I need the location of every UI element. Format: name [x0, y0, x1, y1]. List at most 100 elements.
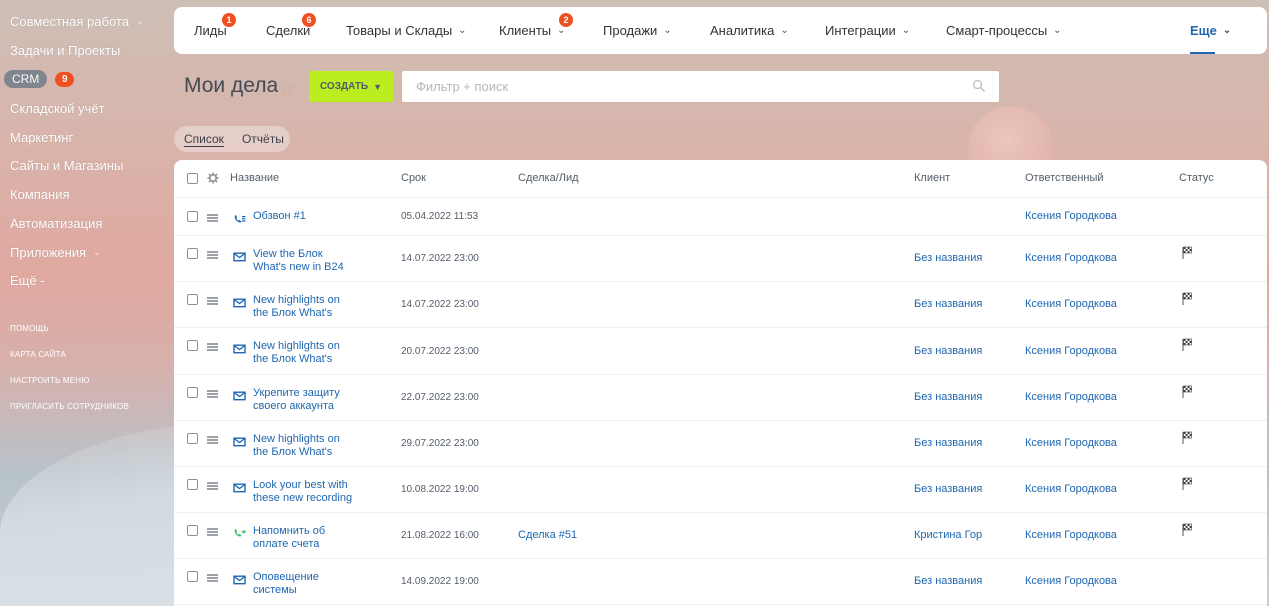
drag-handle-icon[interactable]: [207, 574, 218, 582]
client-link[interactable]: Без названия: [914, 298, 982, 310]
sidebar-item-collaboration[interactable]: Совместная работа ⌄: [10, 14, 144, 29]
sidebar-item-sites[interactable]: Сайты и Магазины: [10, 158, 123, 173]
drag-handle-icon[interactable]: [207, 214, 218, 222]
row-checkbox[interactable]: [187, 340, 198, 351]
column-header-responsible[interactable]: Ответственный: [1025, 172, 1104, 184]
activity-title-link[interactable]: New highlights on the Блок What's: [253, 294, 340, 320]
finish-flag-icon[interactable]: [1182, 431, 1192, 444]
drag-handle-icon[interactable]: [207, 297, 218, 305]
deal-link[interactable]: Сделка #51: [518, 529, 577, 541]
column-header-deal-lead[interactable]: Сделка/Лид: [518, 172, 579, 184]
client-link[interactable]: Без названия: [914, 252, 982, 264]
client-link[interactable]: Без названия: [914, 483, 982, 495]
table-row[interactable]: New highlights on the Блок What's 29.07.20…: [174, 421, 1267, 467]
sidebar-item-apps[interactable]: Приложения ⌄: [10, 245, 101, 260]
drag-handle-icon[interactable]: [207, 343, 218, 351]
row-checkbox[interactable]: [187, 525, 198, 536]
client-link[interactable]: Без названия: [914, 575, 982, 587]
responsible-link[interactable]: Ксения Городкова: [1025, 575, 1117, 587]
activity-title-link[interactable]: Обзвон #1: [253, 210, 306, 223]
tab-analytics[interactable]: Аналитика ⌄: [710, 7, 789, 54]
row-checkbox[interactable]: [187, 294, 198, 305]
activity-title-link[interactable]: New highlights on the Блок What's: [253, 433, 340, 459]
responsible-link[interactable]: Ксения Городкова: [1025, 298, 1117, 310]
tab-clients[interactable]: Клиенты ⌄ 2: [499, 7, 573, 54]
sidebar-link-help[interactable]: помощь: [10, 324, 49, 333]
sidebar-item-tasks[interactable]: Задачи и Проекты: [10, 43, 120, 58]
table-row[interactable]: View the Блок What's new in B24 14.07.2022…: [174, 236, 1267, 282]
row-checkbox[interactable]: [187, 211, 198, 222]
client-link[interactable]: Без названия: [914, 345, 982, 357]
drag-handle-icon[interactable]: [207, 390, 218, 398]
chevron-down-icon: ⌄: [780, 25, 789, 36]
activity-title-link[interactable]: Напомнить об оплате счета: [253, 525, 325, 551]
finish-flag-icon[interactable]: [1182, 385, 1192, 398]
activity-title-link[interactable]: New highlights on the Блок What's: [253, 340, 340, 366]
sidebar-link-sitemap[interactable]: карта сайта: [10, 350, 66, 359]
search-icon[interactable]: [972, 79, 986, 93]
tab-leads[interactable]: Лиды 1: [194, 7, 236, 54]
row-checkbox[interactable]: [187, 571, 198, 582]
star-icon[interactable]: ☆: [279, 78, 294, 98]
tab-smart-processes[interactable]: Смарт-процессы ⌄: [946, 7, 1062, 54]
table-row[interactable]: Напомнить об оплате счета 21.08.2022 16:00…: [174, 513, 1267, 559]
client-link[interactable]: Без названия: [914, 391, 982, 403]
client-link[interactable]: Кристина Гор: [914, 529, 982, 541]
finish-flag-icon[interactable]: [1182, 246, 1192, 259]
activity-title-link[interactable]: Укрепите защиту своего аккаунта: [253, 387, 340, 413]
responsible-link[interactable]: Ксения Городкова: [1025, 345, 1117, 357]
client-link[interactable]: Без названия: [914, 437, 982, 449]
tab-reports[interactable]: Отчёты: [242, 132, 284, 146]
tab-more[interactable]: Еще ⌄: [1190, 7, 1231, 54]
responsible-link[interactable]: Ксения Городкова: [1025, 483, 1117, 495]
drag-handle-icon[interactable]: [207, 436, 218, 444]
sidebar-item-company[interactable]: Компания: [10, 187, 70, 202]
gear-icon[interactable]: [207, 172, 219, 184]
sidebar-item-crm[interactable]: CRM 9: [4, 70, 75, 88]
tab-sales[interactable]: Продажи ⌄: [603, 7, 672, 54]
row-checkbox[interactable]: [187, 433, 198, 444]
finish-flag-icon[interactable]: [1182, 523, 1192, 536]
create-button[interactable]: СОЗДАТЬ ▼: [309, 71, 393, 102]
tab-deals[interactable]: Сделки 6: [266, 7, 316, 54]
activity-title-link[interactable]: Оповещение системы: [253, 571, 319, 597]
column-header-title[interactable]: Название: [230, 172, 279, 184]
sidebar-link-configure-menu[interactable]: настроить меню: [10, 376, 90, 385]
sidebar-link-invite[interactable]: пригласить сотрудников: [10, 402, 129, 411]
drag-handle-icon[interactable]: [207, 528, 218, 536]
activity-title-link[interactable]: View the Блок What's new in B24: [253, 248, 344, 274]
select-all-checkbox[interactable]: [187, 173, 198, 184]
filter-search-input[interactable]: [402, 71, 999, 102]
sidebar-item-inventory[interactable]: Складской учёт: [10, 101, 105, 116]
table-row[interactable]: Обзвон #1 05.04.2022 11:53 Ксения Городков…: [174, 198, 1267, 236]
responsible-link[interactable]: Ксения Городкова: [1025, 391, 1117, 403]
finish-flag-icon[interactable]: [1182, 292, 1192, 305]
table-row[interactable]: Оповещение системы 14.09.2022 19:00 Без наз…: [174, 559, 1267, 605]
responsible-link[interactable]: Ксения Городкова: [1025, 252, 1117, 264]
responsible-link[interactable]: Ксения Городкова: [1025, 210, 1117, 222]
column-header-client[interactable]: Клиент: [914, 172, 950, 184]
drag-handle-icon[interactable]: [207, 251, 218, 259]
column-header-status[interactable]: Статус: [1179, 172, 1214, 184]
activity-deadline: 14.07.2022 23:00: [401, 253, 479, 264]
tab-list[interactable]: Список: [184, 132, 224, 147]
table-row[interactable]: Look your best with these new recording 10…: [174, 467, 1267, 513]
sidebar-item-more[interactable]: Ещё -: [10, 273, 45, 288]
finish-flag-icon[interactable]: [1182, 477, 1192, 490]
row-checkbox[interactable]: [187, 387, 198, 398]
responsible-link[interactable]: Ксения Городкова: [1025, 437, 1117, 449]
responsible-link[interactable]: Ксения Городкова: [1025, 529, 1117, 541]
table-row[interactable]: Укрепите защиту своего аккаунта 22.07.2022…: [174, 375, 1267, 421]
activity-title-link[interactable]: Look your best with these new recording: [253, 479, 352, 505]
sidebar-item-automation[interactable]: Автоматизация: [10, 216, 102, 231]
drag-handle-icon[interactable]: [207, 482, 218, 490]
column-header-deadline[interactable]: Срок: [401, 172, 426, 184]
row-checkbox[interactable]: [187, 479, 198, 490]
finish-flag-icon[interactable]: [1182, 338, 1192, 351]
table-row[interactable]: New highlights on the Блок What's 20.07.20…: [174, 328, 1267, 375]
sidebar-item-marketing[interactable]: Маркетинг: [10, 130, 73, 145]
table-row[interactable]: New highlights on the Блок What's 14.07.20…: [174, 282, 1267, 328]
row-checkbox[interactable]: [187, 248, 198, 259]
tab-integrations[interactable]: Интеграции ⌄: [825, 7, 910, 54]
tab-products-warehouses[interactable]: Товары и Склады ⌄: [346, 7, 467, 54]
